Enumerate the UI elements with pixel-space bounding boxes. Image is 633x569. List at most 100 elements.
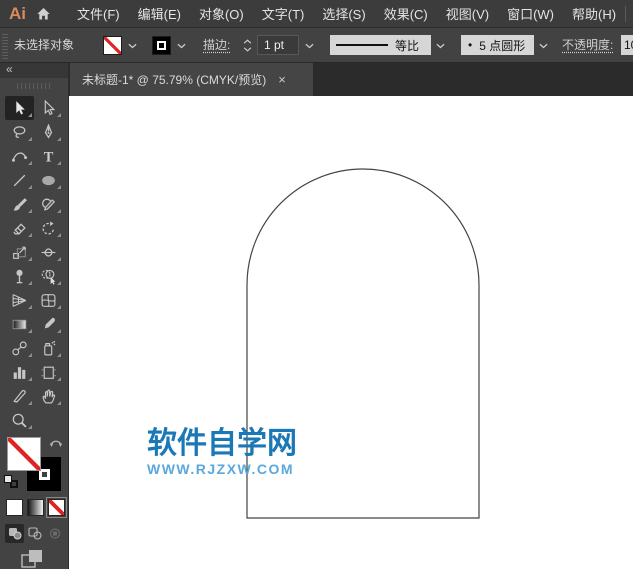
blend-icon [12, 340, 27, 355]
chevron-down-icon [304, 43, 314, 48]
stroke-swatch-ring [157, 41, 166, 50]
gradient-tool[interactable] [5, 312, 34, 336]
draw-behind-button[interactable] [25, 524, 44, 543]
selection-tool[interactable] [5, 96, 34, 120]
ellipse-tool[interactable] [34, 168, 63, 192]
tool-grid: T [5, 96, 63, 432]
tools-panel-grip[interactable] [17, 83, 51, 89]
menu-item-type[interactable]: 文字(T) [262, 4, 305, 23]
opacity-label[interactable]: 不透明度: [562, 28, 613, 62]
rotate-tool[interactable] [34, 216, 63, 240]
shaper-pencil-icon [42, 198, 56, 211]
control-bar: 未选择对象 描边: 1 pt 等比 • 5 点圆形 不透明度: 1 [0, 28, 633, 63]
mesh-icon [41, 293, 56, 307]
eyedropper-icon [44, 317, 55, 328]
artwork-layer [246, 168, 480, 519]
tab-close-button[interactable]: × [278, 73, 286, 86]
artboard-tool[interactable] [34, 360, 63, 384]
menubar-right [616, 5, 633, 22]
tools-panel-collapse-button[interactable]: « [0, 63, 68, 78]
slice-tool[interactable] [5, 384, 34, 408]
hand-tool[interactable] [34, 384, 63, 408]
menu-item-file[interactable]: 文件(F) [77, 4, 120, 23]
default-fill-stroke-button[interactable] [4, 475, 18, 488]
eyedropper-tool[interactable] [34, 312, 63, 336]
menu-item-effect[interactable]: 效果(C) [384, 4, 428, 23]
stroke-weight-label[interactable]: 描边: [203, 28, 230, 62]
tools-panel: « T [0, 63, 69, 569]
line-icon [13, 174, 26, 186]
lasso-icon [13, 125, 26, 138]
width-profile-line-preview [336, 44, 388, 46]
menu-item-edit[interactable]: 编辑(E) [138, 4, 181, 23]
stroke-color-dropdown[interactable] [173, 36, 189, 55]
symbol-sprayer-tool[interactable] [34, 336, 63, 360]
svg-text:T: T [44, 149, 54, 165]
watermark-title: 软件自学网 [147, 427, 297, 460]
knife-icon [13, 389, 26, 403]
fill-color-dropdown[interactable] [124, 36, 140, 55]
change-screen-mode-button[interactable] [20, 548, 46, 569]
menu-item-help[interactable]: 帮助(H) [572, 4, 616, 23]
ellipse-icon [42, 175, 55, 185]
menubar-divider-right [625, 5, 627, 22]
artboard-canvas[interactable]: 软件自学网 WWW.RJZXW.COM [69, 96, 633, 569]
stroke-color-swatch[interactable] [152, 36, 171, 55]
blend-tool[interactable] [5, 336, 34, 360]
stroke-weight-value[interactable]: 1 pt [257, 35, 299, 55]
menu-item-object[interactable]: 对象(O) [199, 4, 244, 23]
pen-tool[interactable] [34, 120, 63, 144]
stroke-weight-stepper[interactable] [241, 35, 254, 56]
artboard-icon [41, 366, 56, 379]
paint-style-buttons [6, 497, 67, 518]
opacity-value[interactable]: 100 [621, 35, 633, 55]
hand-icon [42, 388, 56, 403]
home-button[interactable] [35, 4, 52, 24]
draw-normal-button[interactable] [5, 524, 24, 543]
color-button[interactable] [6, 499, 23, 516]
pushpin-icon [16, 269, 23, 283]
shaper-tool[interactable] [34, 192, 63, 216]
fill-color-indicator-none[interactable] [7, 437, 41, 471]
selection-cursor-icon [16, 100, 25, 114]
scale-icon [13, 246, 26, 259]
menu-item-select[interactable]: 选择(S) [322, 4, 365, 23]
column-graph-tool[interactable] [5, 360, 34, 384]
gradient-button[interactable] [27, 499, 44, 516]
lasso-tool[interactable] [5, 120, 34, 144]
draw-normal-icon [8, 528, 21, 540]
curvature-tool[interactable] [5, 144, 34, 168]
line-segment-tool[interactable] [5, 168, 34, 192]
control-bar-grip[interactable] [2, 32, 8, 59]
none-button[interactable] [46, 497, 67, 518]
mesh-tool[interactable] [34, 288, 63, 312]
menu-item-window[interactable]: 窗口(W) [507, 4, 554, 23]
eraser-tool[interactable] [5, 216, 34, 240]
scale-tool[interactable] [5, 240, 34, 264]
width-profile-value: 等比 [395, 38, 420, 53]
puppet-warp-tool[interactable] [5, 264, 34, 288]
paintbrush-tool[interactable] [5, 192, 34, 216]
swap-fill-stroke-button[interactable] [49, 435, 63, 453]
illustrator-window: Ai 文件(F) 编辑(E) 对象(O) 文字(T) 选择(S) 效果(C) 视… [0, 0, 633, 569]
zoom-tool[interactable] [5, 408, 34, 432]
document-tab[interactable]: 未标题-1* @ 75.79% (CMYK/预览) × [70, 63, 313, 96]
menu-item-view[interactable]: 视图(V) [446, 4, 489, 23]
variable-width-profile-select[interactable]: 等比 [330, 35, 431, 55]
fill-color-swatch-none[interactable] [103, 36, 122, 55]
draw-inside-button [45, 524, 64, 543]
paintbrush-icon [13, 197, 27, 211]
type-tool[interactable]: T [34, 144, 63, 168]
shape-builder-tool[interactable] [34, 264, 63, 288]
width-profile-dropdown[interactable] [432, 36, 448, 55]
stroke-weight-dropdown[interactable] [301, 36, 317, 55]
brush-definition-select[interactable]: • 5 点圆形 [461, 35, 534, 55]
brush-dropdown[interactable] [535, 36, 551, 55]
perspective-grid-tool[interactable] [5, 288, 34, 312]
home-icon [37, 7, 50, 19]
width-tool[interactable] [34, 240, 63, 264]
stepper-up-icon [243, 39, 252, 44]
menubar: Ai 文件(F) 编辑(E) 对象(O) 文字(T) 选择(S) 效果(C) 视… [0, 0, 633, 28]
spray-can-icon [44, 340, 56, 355]
direct-selection-tool[interactable] [34, 96, 63, 120]
